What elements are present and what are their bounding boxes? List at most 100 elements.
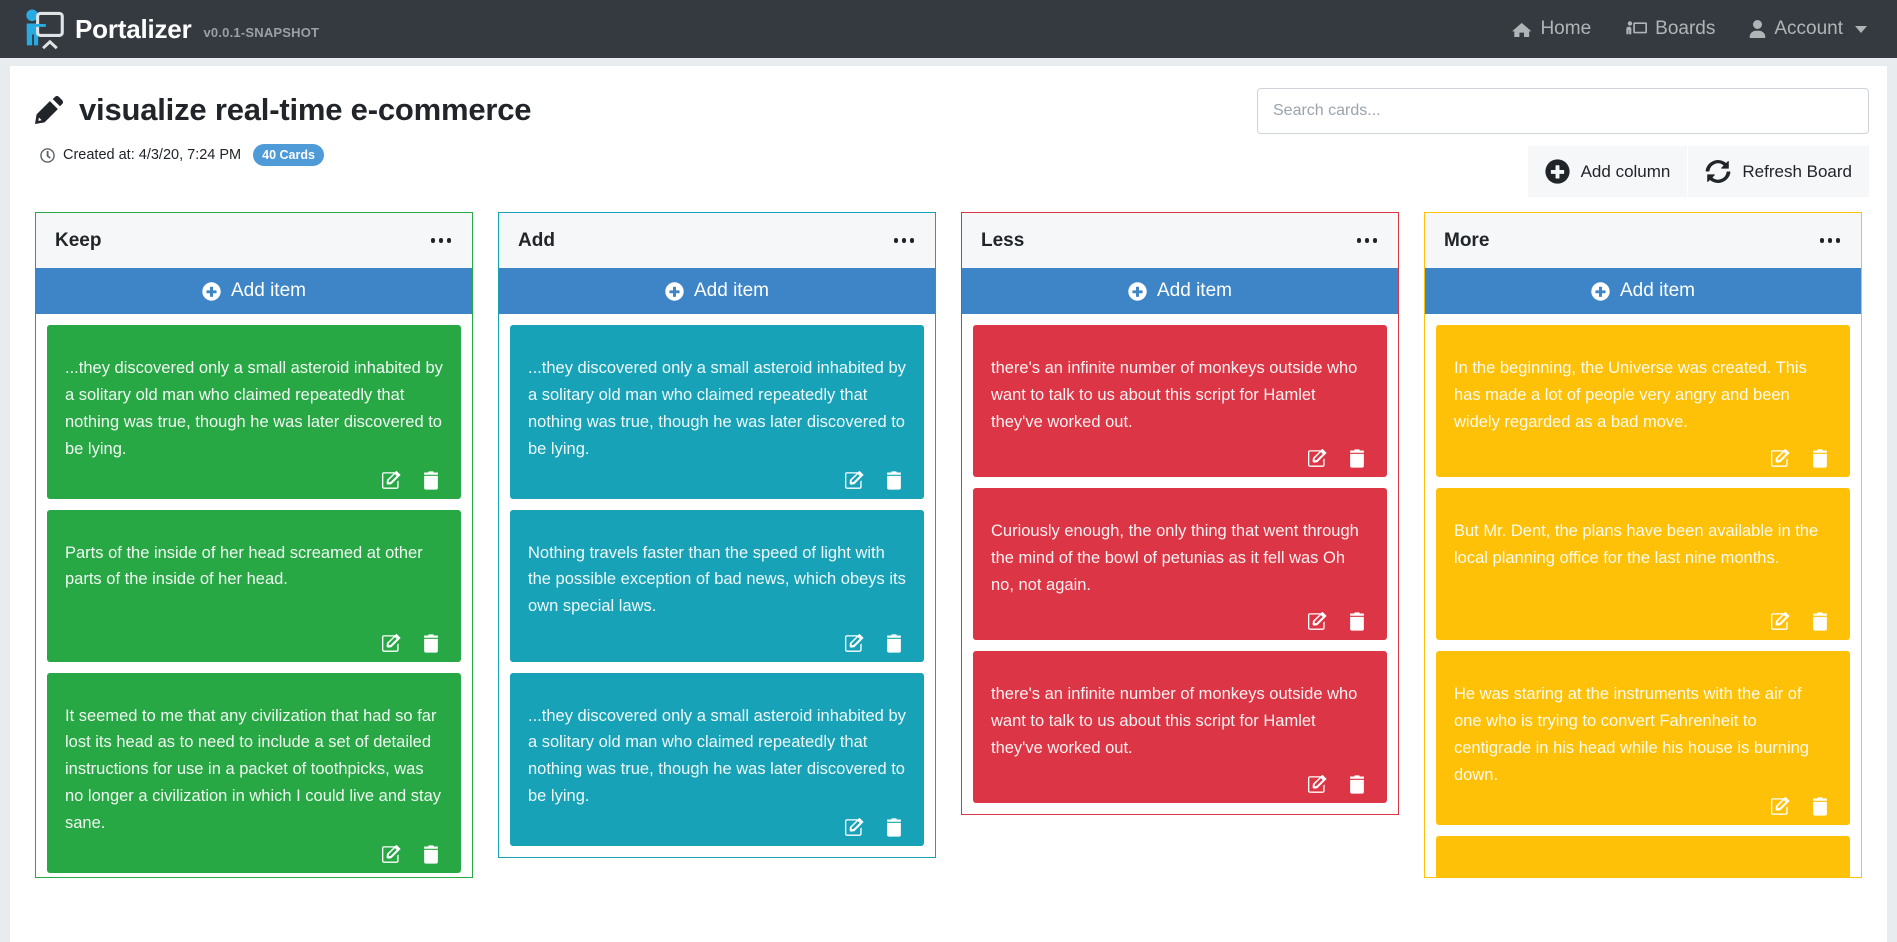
nav-link-account[interactable]: Account (1749, 18, 1867, 40)
board-card[interactable]: Parts of the inside of her head screamed… (47, 509, 461, 662)
board-card[interactable]: ...they discovered only a small asteroid… (510, 672, 924, 847)
board-card[interactable] (1436, 835, 1850, 877)
add-item-label: Add item (694, 280, 769, 301)
card-actions (991, 604, 1369, 631)
add-item-label: Add item (1157, 280, 1232, 301)
board-card[interactable]: In the beginning, the Universe was creat… (1436, 325, 1850, 477)
trash-icon[interactable] (1812, 449, 1828, 468)
pencil-icon[interactable] (35, 96, 63, 124)
navbar-links: Home Boards Account (1512, 18, 1875, 40)
card-actions (65, 837, 443, 864)
trash-icon[interactable] (1349, 449, 1365, 468)
trash-icon[interactable] (1349, 612, 1365, 631)
board-card[interactable]: Curiously enough, the only thing that we… (973, 488, 1387, 640)
brand-name: Portalizer (75, 13, 192, 44)
nav-link-home[interactable]: Home (1512, 18, 1591, 40)
add-item-button[interactable]: Add item (1425, 268, 1861, 314)
trash-icon[interactable] (886, 633, 902, 653)
nav-link-boards[interactable]: Boards (1625, 18, 1715, 40)
card-text: there's an infinite number of monkeys ou… (991, 685, 1358, 757)
board-column-more: More Add item In the beginning, the Univ… (1424, 212, 1862, 878)
trash-icon[interactable] (1812, 796, 1828, 816)
trash-icon[interactable] (1349, 775, 1365, 794)
board-header-left: visualize real-time e-commerce Created a… (10, 92, 532, 166)
ellipsis-icon[interactable] (1355, 232, 1380, 249)
add-item-button[interactable]: Add item (36, 268, 472, 314)
board-column-keep: Keep Add item ...they discovered only a … (35, 212, 473, 878)
column-header: Less (962, 213, 1398, 268)
add-column-button[interactable]: Add column (1527, 146, 1689, 197)
nav-link-boards-label: Boards (1655, 18, 1716, 39)
edit-icon[interactable] (1308, 775, 1327, 794)
ellipsis-icon[interactable] (429, 232, 454, 249)
edit-icon[interactable] (382, 845, 401, 864)
card-text: ...they discovered only a small asteroid… (528, 706, 906, 806)
chevron-down-icon (1855, 25, 1867, 33)
trash-icon[interactable] (423, 633, 439, 653)
trash-icon[interactable] (423, 470, 439, 490)
search-input[interactable] (1257, 88, 1869, 134)
refresh-board-button[interactable]: Refresh Board (1688, 146, 1869, 197)
card-text: But Mr. Dent, the plans have been availa… (1454, 522, 1819, 567)
edit-icon[interactable] (1308, 449, 1327, 468)
column-title: More (1444, 229, 1490, 251)
trash-icon[interactable] (886, 470, 902, 490)
home-icon (1512, 20, 1532, 38)
card-text: there's an infinite number of monkeys ou… (991, 359, 1358, 431)
column-cards: there's an infinite number of monkeys ou… (962, 314, 1398, 803)
edit-icon[interactable] (382, 470, 401, 490)
nav-link-home-label: Home (1540, 18, 1592, 39)
board-header: visualize real-time e-commerce Created a… (10, 66, 1887, 212)
column-title: Less (981, 229, 1025, 251)
plus-circle-icon (202, 281, 221, 301)
column-cards: In the beginning, the Universe was creat… (1425, 314, 1861, 877)
brand-link[interactable]: Portalizer v0.0.1-SNAPSHOT (22, 8, 319, 50)
card-text: Nothing travels faster than the speed of… (528, 543, 906, 616)
edit-icon[interactable] (845, 818, 864, 837)
edit-icon[interactable] (382, 633, 401, 653)
board-card[interactable]: ...they discovered only a small asteroid… (47, 325, 461, 499)
column-header: More (1425, 213, 1861, 268)
board-created-at: Created at: 4/3/20, 7:24 PM (63, 147, 242, 163)
nav-link-account-label: Account (1774, 18, 1843, 39)
column-header: Add (499, 213, 935, 268)
board-column-less: Less Add item there's an infinite number… (961, 212, 1399, 815)
cards-count-badge: 40 Cards (253, 144, 324, 166)
boards-icon (1625, 20, 1648, 38)
add-item-label: Add item (1620, 280, 1695, 301)
card-actions (65, 463, 443, 490)
column-title: Add (518, 229, 555, 251)
card-text: He was staring at the instruments with t… (1454, 685, 1809, 784)
board-card[interactable]: there's an infinite number of monkeys ou… (973, 651, 1387, 803)
user-icon (1749, 20, 1766, 38)
ellipsis-icon[interactable] (1818, 232, 1843, 249)
brand-version: v0.0.1-SNAPSHOT (203, 25, 320, 40)
card-text: In the beginning, the Universe was creat… (1454, 359, 1807, 431)
card-actions (65, 626, 443, 653)
board-card[interactable]: Nothing travels faster than the speed of… (510, 509, 924, 662)
column-title: Keep (55, 229, 102, 251)
card-actions (1454, 604, 1832, 631)
card-actions (991, 441, 1369, 468)
trash-icon[interactable] (1812, 612, 1828, 631)
add-item-button[interactable]: Add item (962, 268, 1398, 314)
add-item-button[interactable]: Add item (499, 268, 935, 314)
card-text (1454, 866, 1832, 877)
trash-icon[interactable] (886, 818, 902, 837)
refresh-icon (1705, 159, 1731, 184)
refresh-board-label: Refresh Board (1742, 161, 1852, 181)
board-card[interactable]: ...they discovered only a small asteroid… (510, 325, 924, 499)
add-item-label: Add item (231, 280, 306, 301)
edit-icon[interactable] (1308, 612, 1327, 631)
edit-icon[interactable] (1771, 796, 1790, 816)
edit-icon[interactable] (1771, 449, 1790, 468)
board-card[interactable]: there's an infinite number of monkeys ou… (973, 325, 1387, 477)
edit-icon[interactable] (845, 633, 864, 653)
board-card[interactable]: It seemed to me that any civilization th… (47, 672, 461, 874)
edit-icon[interactable] (1771, 612, 1790, 631)
edit-icon[interactable] (845, 470, 864, 490)
board-card[interactable]: But Mr. Dent, the plans have been availa… (1436, 488, 1850, 640)
ellipsis-icon[interactable] (892, 232, 917, 249)
trash-icon[interactable] (423, 845, 439, 864)
board-card[interactable]: He was staring at the instruments with t… (1436, 651, 1850, 825)
